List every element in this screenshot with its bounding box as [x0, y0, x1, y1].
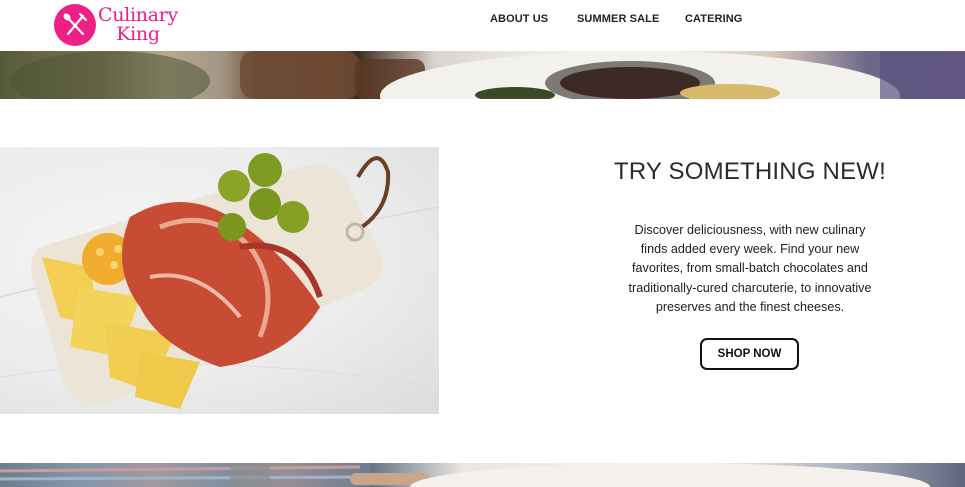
charcuterie-board-image [0, 147, 439, 414]
site-header: Culinary King ABOUT US SUMMER SALE CATER… [0, 0, 965, 51]
fork-knife-icon [54, 4, 96, 46]
hero-banner-image [0, 51, 965, 99]
nav-link-catering[interactable]: CATERING [685, 13, 742, 25]
brand-name-line2: King [116, 23, 160, 45]
promo-title: TRY SOMETHING NEW! [613, 158, 887, 185]
footer-banner-image [0, 463, 965, 487]
site-logo[interactable]: Culinary King [54, 4, 178, 46]
promo-description: Discover deliciousness, with new culinar… [628, 223, 872, 314]
shop-now-button[interactable]: SHOP NOW [700, 338, 799, 370]
brand-name: Culinary King [98, 6, 178, 44]
nav-link-summer-sale[interactable]: SUMMER SALE [577, 13, 659, 25]
nav-link-about-us[interactable]: ABOUT US [490, 13, 548, 25]
